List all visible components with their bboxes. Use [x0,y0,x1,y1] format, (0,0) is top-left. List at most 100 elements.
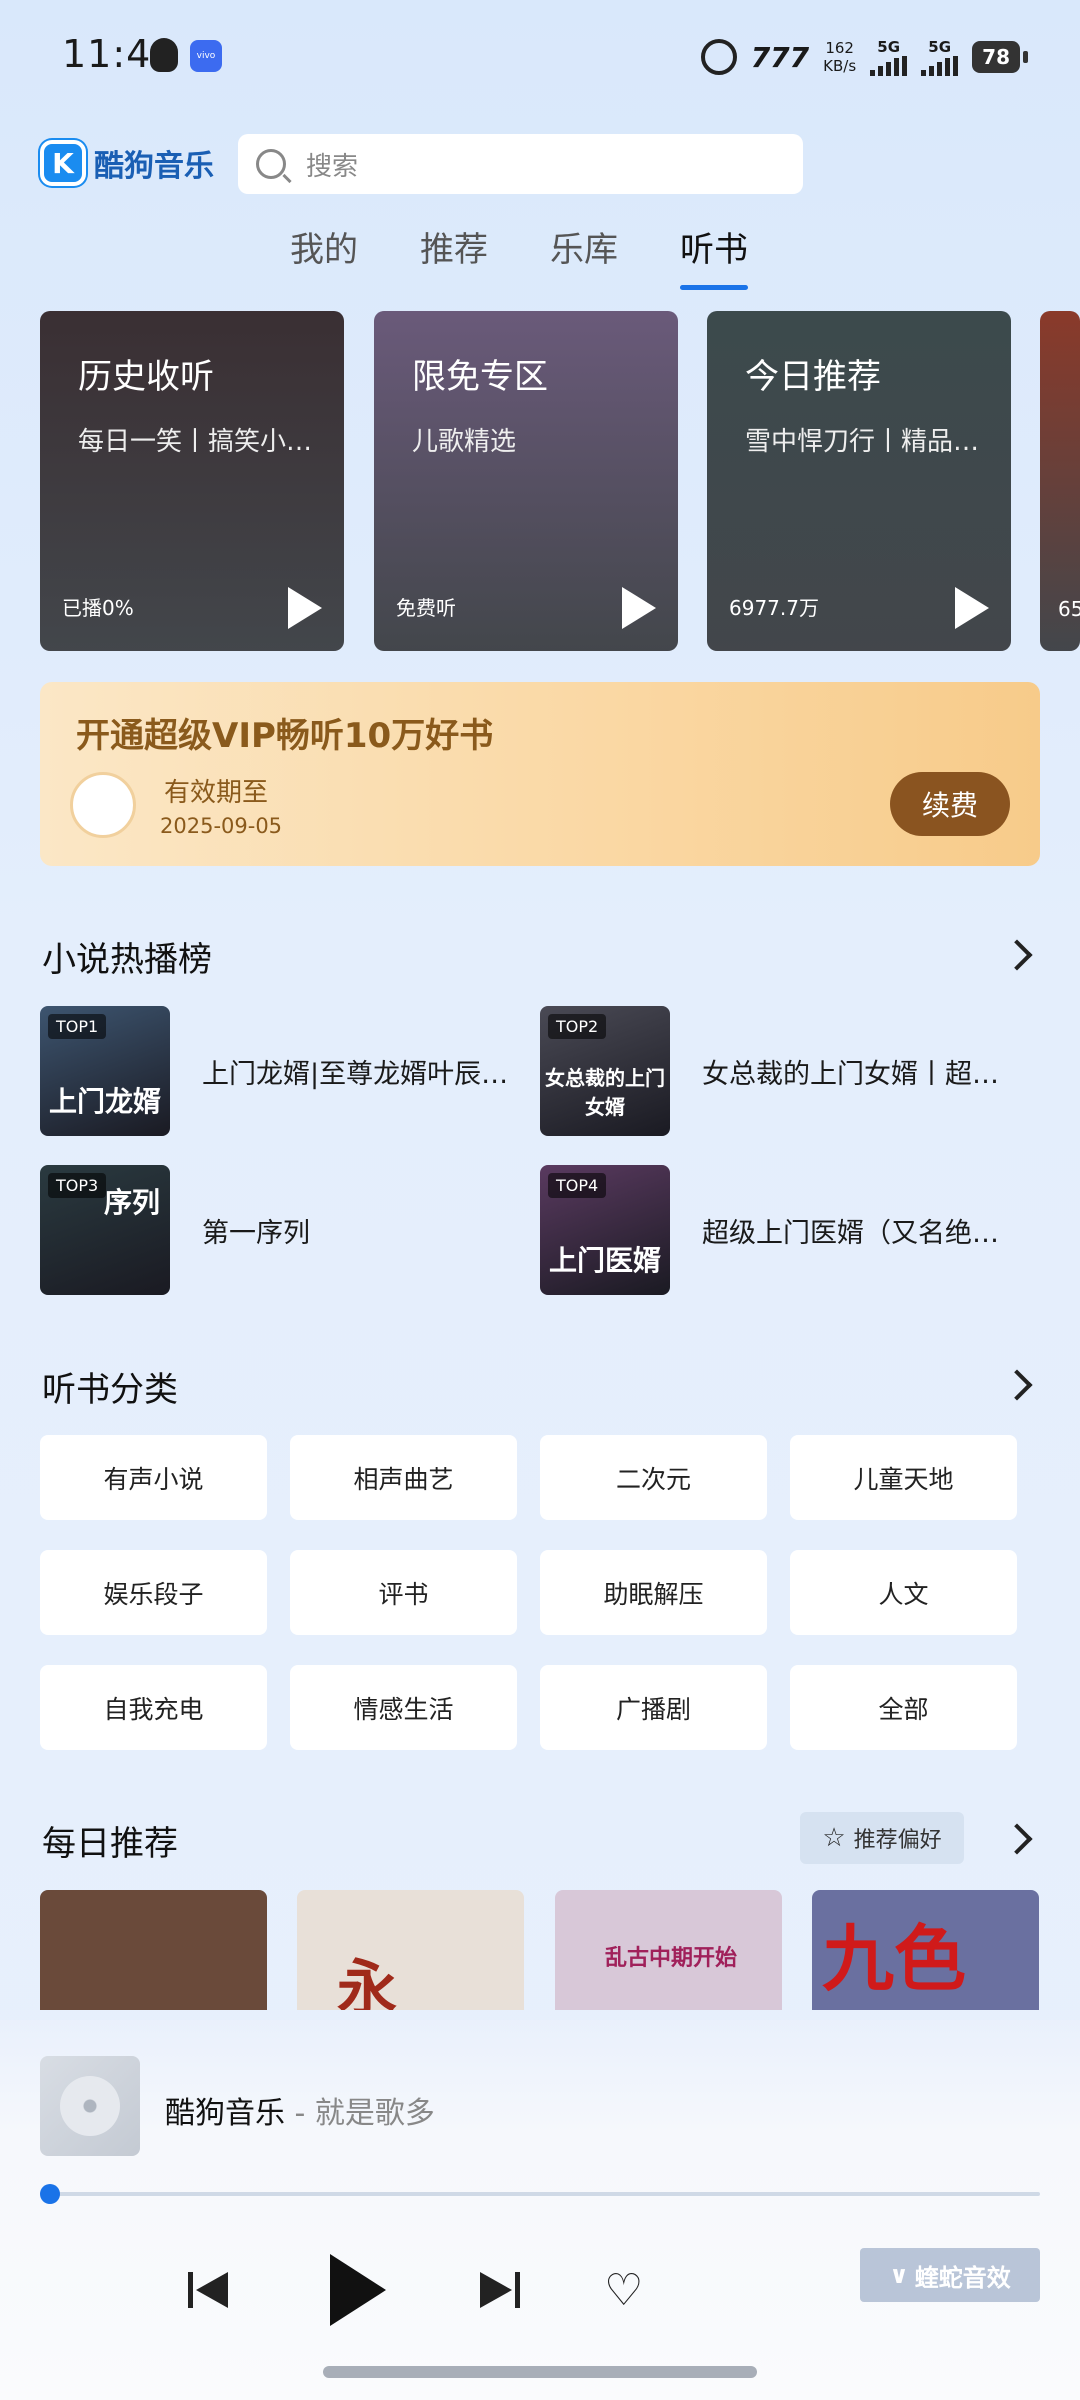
chevron-right-icon[interactable] [1001,1369,1033,1401]
category-item[interactable]: 广播剧 [540,1665,767,1750]
progress-bar[interactable] [48,2192,1040,2196]
daily-cover[interactable] [40,1890,267,2010]
vip-banner[interactable]: 开通超级VIP畅听10万好书 有效期至 2025-09-05 续费 [40,682,1040,866]
track-subtitle: - 就是歌多 [285,2096,435,2131]
search-input[interactable]: 搜索 [238,134,803,194]
rank-cover-text: 序列 [103,1186,160,1219]
category-item[interactable]: 相声曲艺 [290,1435,517,1520]
play-icon[interactable] [288,587,322,629]
rank-item[interactable]: TOP1 上门龙婿 上门龙婿|至尊龙婿叶辰… [40,1006,522,1136]
play-button[interactable] [330,2250,386,2330]
card-title: 历史收听 [78,357,214,397]
play-icon[interactable] [955,587,989,629]
app-name: 酷狗音乐 [94,149,214,184]
rank-title: 超级上门医婿（又名绝… [702,1217,999,1249]
tab-library[interactable]: 乐库 [550,222,618,290]
card-subtitle: 儿歌精选 [412,427,517,457]
category-item[interactable]: 有声小说 [40,1435,267,1520]
category-item[interactable]: 助眠解压 [540,1550,767,1635]
daily-cover[interactable]: 永 [297,1890,524,2010]
previous-icon [188,2268,232,2312]
home-indicator[interactable] [323,2366,757,2378]
network-speed: 162 KB/s [823,39,857,75]
nfc-icon: 777 [750,40,810,74]
star-icon: ☆ [822,1823,846,1853]
previous-button[interactable] [188,2250,232,2330]
chevron-right-icon[interactable] [1001,939,1033,971]
card-title: 今日推荐 [745,357,881,397]
card-title: 限免专区 [412,357,548,397]
daily-cover[interactable]: 乱古中期开始 [555,1890,782,2010]
next-icon [476,2268,520,2312]
card-footer: 65 [1058,597,1080,621]
progress-handle[interactable] [40,2184,60,2204]
app-logo[interactable]: K 酷狗音乐 [40,140,214,186]
renew-button[interactable]: 续费 [890,772,1010,836]
rank-badge: TOP2 [548,1014,607,1039]
top-tabs: 我的 推荐 乐库 听书 [290,222,748,290]
card-footer: 免费听 [396,596,456,620]
daily-cover-text: 永 [337,1954,397,2010]
chevron-right-icon[interactable] [1001,1823,1033,1855]
card-footer: 6977.7万 [729,596,819,620]
rank-badge: TOP4 [548,1173,607,1198]
vip-expiry-label: 有效期至 [164,778,269,808]
card-footer: 已播0% [62,596,134,620]
playlist-icon[interactable] [58,2250,102,2330]
play-icon[interactable] [622,587,656,629]
viper-icon: ∨ [889,2261,909,2289]
rank-cover-text: 上门医婿 [548,1244,661,1277]
rank-item[interactable]: TOP4 上门医婿 超级上门医婿（又名绝… [540,1165,1022,1295]
status-indicators: 777 162 KB/s 5G 5G 78 [700,32,1028,82]
rank-cover: TOP1 上门龙婿 [40,1006,170,1136]
tab-recommend[interactable]: 推荐 [420,222,488,290]
tab-audiobook[interactable]: 听书 [680,222,748,290]
heart-icon[interactable]: ♡ [604,2250,643,2330]
rank-cover: TOP4 上门医婿 [540,1165,670,1295]
category-item[interactable]: 儿童天地 [790,1435,1017,1520]
section-title-ranking: 小说热播榜 [42,940,212,980]
daily-cover-text: 乱古中期开始 [605,1946,738,1971]
category-item[interactable]: 全部 [790,1665,1017,1750]
category-item[interactable]: 二次元 [540,1435,767,1520]
preference-button[interactable]: ☆ 推荐偏好 [800,1812,964,1864]
section-title-daily: 每日推荐 [42,1824,178,1864]
daily-cover[interactable]: 九色 [812,1890,1039,2010]
battery-indicator: 78 [972,41,1028,73]
sound-effect-button[interactable]: ∨ 蝰蛇音效 [860,2248,1040,2302]
search-icon [256,149,286,179]
signal-5g-1: 5G [870,38,908,76]
rank-badge: TOP3 [48,1173,107,1198]
status-bar: 11:49 vivo 777 162 KB/s 5G 5G 78 [0,0,1080,115]
card-history[interactable]: 历史收听 每日一笑丨搞笑小品合集 已播0% [40,311,344,651]
rank-item[interactable]: TOP3 序列 第一序列 [40,1165,522,1295]
card-today-pick[interactable]: 今日推荐 雪中悍刀行丨精品有声剧 6977.7万 [707,311,1011,651]
signal-bars-icon [921,56,959,76]
preference-label: 推荐偏好 [853,1828,942,1853]
category-item[interactable]: 娱乐段子 [40,1550,267,1635]
track-title: 酷狗音乐 [165,2096,285,2131]
avatar [70,772,136,838]
card-partial[interactable]: 65 [1040,311,1080,651]
category-item[interactable]: 自我充电 [40,1665,267,1750]
category-item[interactable]: 人文 [790,1550,1017,1635]
rank-cover-text: 女总裁的上门女婿 [545,1066,665,1119]
daily-cover-text: 九色 [822,1917,967,2001]
category-item[interactable]: 情感生活 [290,1665,517,1750]
play-icon [330,2254,386,2326]
vivo-icon: vivo [190,40,222,72]
card-subtitle: 每日一笑丨搞笑小品合集 [78,427,338,457]
card-subtitle: 雪中悍刀行丨精品有声剧 [745,427,1005,457]
category-item[interactable]: 评书 [290,1550,517,1635]
tab-mine[interactable]: 我的 [290,222,358,290]
next-button[interactable] [476,2250,520,2330]
rank-cover: TOP2 女总裁的上门女婿 [540,1006,670,1136]
card-free-zone[interactable]: 限免专区 儿歌精选 免费听 [374,311,678,651]
rank-badge: TOP1 [48,1014,107,1039]
feature-cards: 历史收听 每日一笑丨搞笑小品合集 已播0% 限免专区 儿歌精选 免费听 今日推荐… [40,311,1080,651]
rank-item[interactable]: TOP2 女总裁的上门女婿 女总裁的上门女婿丨超… [540,1006,1022,1136]
vip-expiry-date: 2025-09-05 [160,814,283,838]
search-placeholder: 搜索 [306,151,359,182]
player-cover-art[interactable] [40,2056,140,2156]
now-playing[interactable]: 酷狗音乐 - 就是歌多 [165,2088,435,2132]
